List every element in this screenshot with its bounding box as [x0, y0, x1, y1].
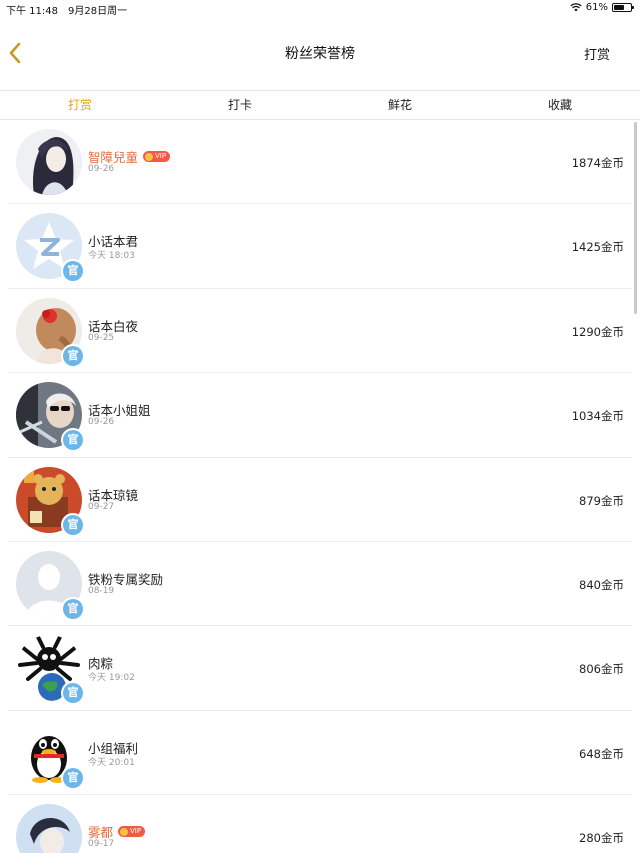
fan-list-row[interactable]: 官小组福利 今天 20:01 648金币 — [0, 711, 640, 796]
tab-flowers[interactable]: 鲜花 — [320, 91, 480, 119]
reward-date: 今天 18:03 — [88, 251, 135, 262]
status-date: 9月28日周一 — [68, 6, 128, 17]
reward-date: 今天 19:02 — [88, 673, 135, 684]
reward-amount: 879金币 — [579, 493, 624, 508]
reward-date: 09-26 — [88, 164, 115, 174]
official-badge-icon: 官 — [61, 343, 85, 368]
reward-date: 08-19 — [88, 585, 115, 596]
official-badge-icon: 官 — [61, 259, 85, 284]
tab-bar: 打赏 打卡 鲜花 收藏 — [0, 90, 640, 120]
battery-percent: 61% — [585, 2, 608, 13]
status-bar: 下午 11:48 9月28日周一 61% — [0, 0, 640, 17]
tab-reward[interactable]: 打赏 — [0, 91, 160, 119]
fan-list-row[interactable]: 官话本琼镜 09-27 879金币 — [0, 458, 640, 543]
official-badge-icon: 官 — [61, 512, 85, 537]
fan-list-row[interactable]: 官铁粉专属奖励 08-19 840金币 — [0, 542, 640, 627]
avatar[interactable] — [16, 129, 82, 195]
vip-badge: VIP — [143, 151, 171, 162]
official-badge-label: 官 — [63, 261, 83, 282]
official-badge-label: 官 — [63, 514, 83, 535]
reward-amount: 280金币 — [579, 831, 624, 846]
reward-date: 今天 20:01 — [88, 757, 135, 768]
wifi-icon — [570, 3, 582, 12]
reward-date: 09-17 — [88, 839, 115, 850]
fan-list-row[interactable]: 官小话本君 今天 18:03 1425金币 — [0, 204, 640, 290]
official-badge-icon: 官 — [61, 765, 85, 790]
battery-level — [614, 5, 624, 10]
tab-checkin[interactable]: 打卡 — [160, 91, 320, 119]
page-title: 粉丝荣誉榜 — [285, 46, 355, 62]
crown-icon — [120, 827, 129, 836]
reward-date: 09-26 — [88, 417, 115, 428]
fan-list-row[interactable]: 官肉粽 今天 19:02 806金币 — [0, 626, 640, 712]
fan-list-row[interactable]: 智障兒童 VIP 09-26 1874金币 — [0, 120, 640, 205]
vip-badge: VIP — [118, 826, 146, 838]
reward-amount: 840金币 — [579, 577, 624, 592]
tab-favorites[interactable]: 收藏 — [480, 91, 640, 119]
official-badge-icon: 官 — [61, 681, 85, 706]
reward-date: 09-27 — [88, 501, 115, 512]
vip-badge-label: VIP — [155, 152, 167, 160]
vip-badge-label: VIP — [130, 827, 142, 836]
reward-amount: 1290金币 — [571, 324, 624, 339]
reward-date: 09-25 — [88, 332, 115, 343]
official-badge-label: 官 — [63, 430, 83, 451]
official-badge-label: 官 — [63, 767, 83, 788]
status-time: 下午 11:48 — [6, 6, 58, 17]
official-badge-label: 官 — [63, 683, 83, 704]
battery-icon — [612, 3, 634, 12]
fan-list-row[interactable]: 官话本白夜 09-25 1290金币 — [0, 289, 640, 374]
official-badge-icon: 官 — [61, 596, 85, 621]
fan-honor-page: 下午 11:48 9月28日周一 61% 粉丝荣誉榜 打赏 打赏 打卡 鲜花 收… — [0, 0, 640, 853]
reward-amount: 1034金币 — [571, 409, 624, 424]
reward-button[interactable]: 打赏 — [584, 44, 610, 63]
reward-amount: 648金币 — [579, 746, 624, 761]
navigation-bar: 粉丝荣誉榜 打赏 — [0, 16, 640, 90]
crown-icon — [145, 152, 154, 161]
fan-list-row[interactable]: 官话本小姐姐 09-26 1034金币 — [0, 373, 640, 458]
official-badge-icon: 官 — [61, 428, 85, 453]
scrollbar[interactable] — [634, 122, 637, 314]
fan-ranking-list: 智障兒童 VIP 09-26 1874金币官小话本君 今天 18:03 1425金币官话本… — [0, 120, 640, 853]
fan-list-row[interactable]: 雾都 VIP 09-17 280金币 — [0, 795, 640, 853]
official-badge-label: 官 — [63, 598, 83, 619]
avatar[interactable] — [16, 804, 82, 853]
official-badge-label: 官 — [63, 345, 83, 366]
reward-amount: 806金币 — [579, 662, 624, 677]
reward-amount: 1425金币 — [571, 240, 624, 255]
reward-amount: 1874金币 — [571, 156, 624, 170]
